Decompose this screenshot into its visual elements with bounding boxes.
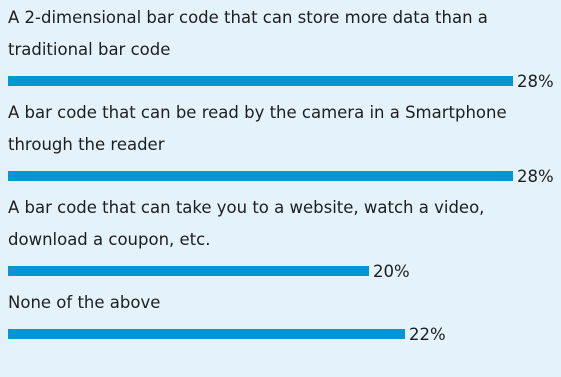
- question-label: A 2-dimensional bar code that can store …: [8, 8, 488, 59]
- percentage-label: 20%: [373, 262, 410, 281]
- question-label: A bar code that can take you to a websit…: [8, 198, 485, 249]
- percentage-label: 28%: [517, 167, 554, 186]
- response-bar: [8, 329, 405, 339]
- question-label: None of the above: [8, 293, 161, 312]
- percentage-label: 22%: [409, 325, 446, 344]
- response-bar: [8, 76, 513, 86]
- response-bar: [8, 266, 369, 276]
- percentage-label: 28%: [517, 72, 554, 91]
- response-bar: [8, 171, 513, 181]
- question-label: A bar code that can be read by the camer…: [8, 103, 507, 154]
- poll-chart: A 2-dimensional bar code that can store …: [0, 0, 561, 377]
